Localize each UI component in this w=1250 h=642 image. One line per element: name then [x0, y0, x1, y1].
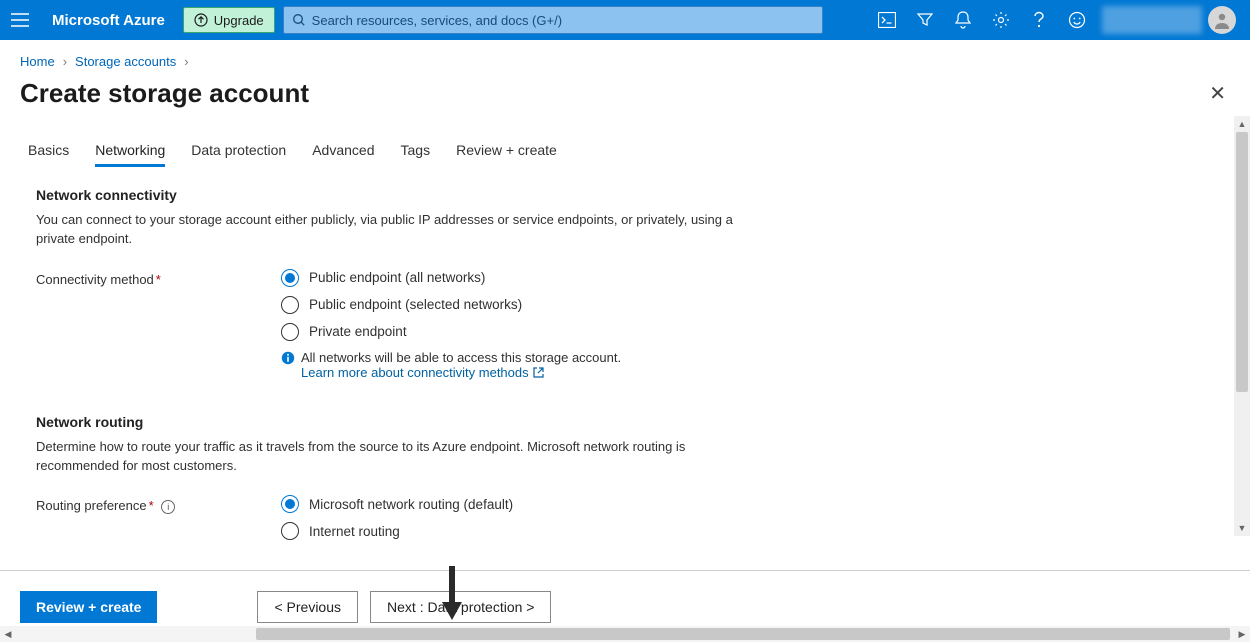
scroll-thumb[interactable]: [1236, 132, 1248, 392]
field-value: Public endpoint (all networks) Public en…: [281, 269, 1226, 380]
next-button[interactable]: Next : Data protection >: [370, 591, 551, 623]
scroll-left-icon[interactable]: ◀: [0, 629, 16, 640]
title-bar: Create storage account ✕: [0, 77, 1250, 116]
field-label: Connectivity method*: [36, 269, 281, 380]
tab-advanced[interactable]: Advanced: [312, 142, 374, 167]
field-connectivity-method: Connectivity method* Public endpoint (al…: [36, 269, 1226, 380]
horizontal-scrollbar[interactable]: ◀ ▶: [0, 626, 1250, 642]
tab-tags[interactable]: Tags: [401, 142, 431, 167]
learn-link-text: Learn more about connectivity methods: [301, 365, 529, 380]
global-search[interactable]: [283, 6, 823, 34]
account-info[interactable]: [1102, 6, 1202, 34]
scroll-up-icon[interactable]: ▲: [1234, 116, 1250, 132]
info-text: All networks will be able to access this…: [301, 350, 621, 365]
form-page: Basics Networking Data protection Advanc…: [0, 116, 1250, 549]
radio-indicator: [281, 296, 299, 314]
notifications-icon[interactable]: [944, 0, 982, 40]
page-title: Create storage account: [20, 78, 309, 109]
scroll-area: Basics Networking Data protection Advanc…: [0, 116, 1250, 570]
tab-networking[interactable]: Networking: [95, 142, 165, 167]
help-tooltip-icon[interactable]: i: [161, 500, 175, 514]
required-mark: *: [156, 272, 161, 287]
scroll-down-icon[interactable]: ▼: [1234, 520, 1250, 536]
section-title-connectivity: Network connectivity: [36, 187, 1226, 203]
tab-data-protection[interactable]: Data protection: [191, 142, 286, 167]
radio-label: Private endpoint: [309, 324, 407, 339]
field-label: Routing preference* i: [36, 495, 281, 549]
radio-indicator: [281, 495, 299, 513]
field-routing-preference: Routing preference* i Microsoft network …: [36, 495, 1226, 549]
upgrade-button[interactable]: Upgrade: [183, 7, 275, 33]
radio-public-selected[interactable]: Public endpoint (selected networks): [281, 296, 1226, 314]
brand-label: Microsoft Azure: [52, 12, 165, 29]
vertical-scrollbar[interactable]: ▲ ▼: [1234, 116, 1250, 536]
cloud-shell-icon[interactable]: [868, 0, 906, 40]
avatar[interactable]: [1208, 6, 1236, 34]
radio-public-all[interactable]: Public endpoint (all networks): [281, 269, 1226, 287]
tab-basics[interactable]: Basics: [28, 142, 69, 167]
radio-indicator: [281, 269, 299, 287]
search-icon: [292, 13, 306, 27]
wizard-tabs: Basics Networking Data protection Advanc…: [28, 142, 1226, 167]
settings-icon[interactable]: [982, 0, 1020, 40]
directory-filter-icon[interactable]: [906, 0, 944, 40]
radio-private-endpoint[interactable]: Private endpoint: [281, 323, 1226, 341]
review-create-button[interactable]: Review + create: [20, 591, 157, 623]
radio-internet-routing[interactable]: Internet routing: [281, 522, 1226, 540]
section-desc-routing: Determine how to route your traffic as i…: [36, 438, 756, 476]
breadcrumb-sep: ›: [63, 54, 67, 69]
radio-indicator: [281, 522, 299, 540]
required-mark: *: [149, 498, 154, 513]
radio-label: Public endpoint (selected networks): [309, 297, 522, 312]
close-icon[interactable]: ✕: [1205, 77, 1230, 110]
field-label-text: Connectivity method: [36, 272, 154, 287]
external-link-icon: [533, 367, 544, 378]
breadcrumb-storage-accounts[interactable]: Storage accounts: [75, 54, 176, 69]
radio-label: Microsoft network routing (default): [309, 497, 513, 512]
scroll-track: [16, 626, 1234, 642]
nav-button-group: < Previous Next : Data protection >: [257, 591, 551, 623]
section-title-routing: Network routing: [36, 414, 1226, 430]
learn-more-link[interactable]: Learn more about connectivity methods: [301, 365, 544, 380]
scroll-right-icon[interactable]: ▶: [1234, 629, 1250, 640]
scroll-thumb[interactable]: [256, 628, 1230, 640]
field-label-text: Routing preference: [36, 498, 147, 513]
upgrade-icon: [194, 13, 208, 27]
feedback-icon[interactable]: [1058, 0, 1096, 40]
azure-top-bar: Microsoft Azure Upgrade: [0, 0, 1250, 40]
search-input[interactable]: [312, 13, 814, 28]
menu-icon[interactable]: [8, 8, 32, 32]
upgrade-label: Upgrade: [214, 13, 264, 28]
radio-label: Public endpoint (all networks): [309, 270, 485, 285]
previous-button[interactable]: < Previous: [257, 591, 358, 623]
breadcrumb: Home › Storage accounts ›: [0, 40, 1250, 77]
field-value: Microsoft network routing (default) Inte…: [281, 495, 1226, 549]
radio-indicator: [281, 323, 299, 341]
page-shell: Home › Storage accounts › Create storage…: [0, 40, 1250, 642]
breadcrumb-sep: ›: [184, 54, 188, 69]
info-icon: [281, 351, 295, 365]
section-desc-connectivity: You can connect to your storage account …: [36, 211, 756, 249]
radio-microsoft-routing[interactable]: Microsoft network routing (default): [281, 495, 1226, 513]
connectivity-info: All networks will be able to access this…: [281, 350, 1226, 380]
radio-label: Internet routing: [309, 524, 400, 539]
tab-review-create[interactable]: Review + create: [456, 142, 557, 167]
help-icon[interactable]: [1020, 0, 1058, 40]
breadcrumb-home[interactable]: Home: [20, 54, 55, 69]
top-icon-tray: [868, 0, 1242, 40]
